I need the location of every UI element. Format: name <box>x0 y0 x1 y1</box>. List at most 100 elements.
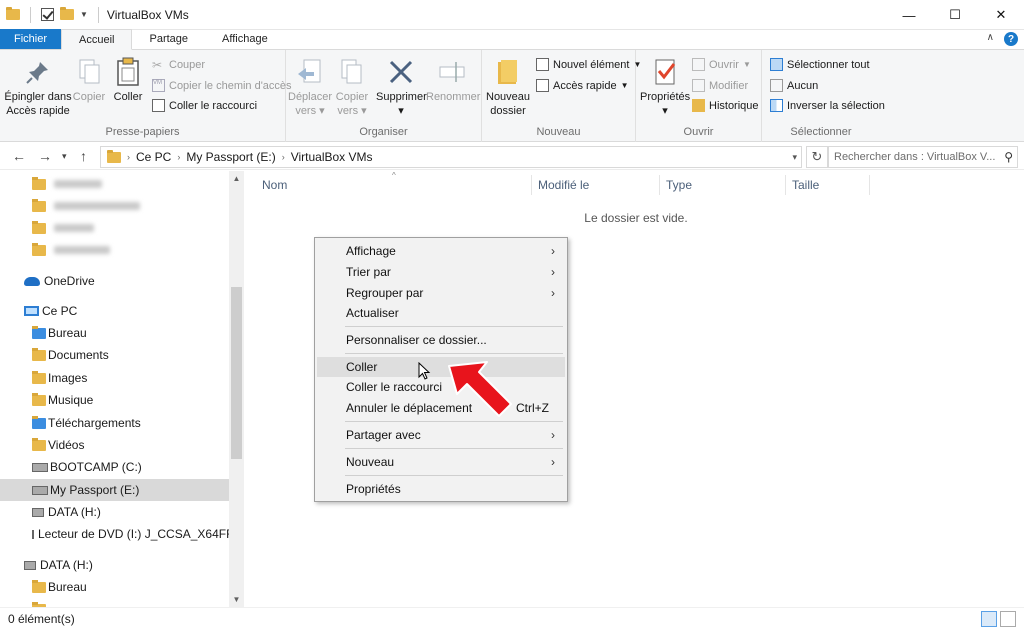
column-header-type[interactable]: Type <box>660 175 786 195</box>
properties-button[interactable]: Propriétés ▾ <box>640 56 690 118</box>
tab-accueil[interactable]: Accueil <box>61 29 133 50</box>
column-header-modifie[interactable]: Modifié le <box>532 175 660 195</box>
cut-button[interactable]: ✂ Couper <box>152 58 205 72</box>
customize-toolbar-chevron-icon[interactable]: ▼ <box>80 10 88 19</box>
menu-item-partager-avec[interactable]: Partager avec › <box>317 425 565 445</box>
copy-button[interactable]: Copier <box>72 56 106 104</box>
menu-item-actualiser[interactable]: Actualiser <box>317 303 565 323</box>
copy-path-button[interactable]: VM Copier le chemin d'accès <box>152 79 292 92</box>
back-arrow-icon[interactable]: ← <box>12 148 26 164</box>
status-bar: 0 élément(s) <box>0 607 1024 629</box>
select-all-button[interactable]: Sélectionner tout <box>770 58 870 71</box>
help-icon[interactable]: ? <box>1004 32 1018 46</box>
nav-scrollbar[interactable]: ▲ ▼ <box>229 171 244 607</box>
folder-icon <box>107 149 121 163</box>
nav-item-data-h[interactable]: DATA (H:) <box>0 501 229 523</box>
maximize-button[interactable]: ☐ <box>932 0 978 30</box>
submenu-arrow-icon: › <box>551 455 555 469</box>
breadcrumb-my-passport[interactable]: My Passport (E:) <box>186 150 275 164</box>
close-button[interactable]: ✕ <box>978 0 1024 30</box>
quick-access-icon <box>536 79 549 92</box>
chevron-right-icon[interactable]: › <box>282 152 285 162</box>
scissors-icon: ✂ <box>152 58 163 72</box>
menu-item-regrouper-par[interactable]: Regrouper par › <box>317 283 565 303</box>
scroll-down-icon[interactable]: ▼ <box>229 592 244 607</box>
menu-item-annuler-deplacement[interactable]: Annuler le déplacement Ctrl+Z <box>317 398 565 418</box>
pc-icon <box>24 306 39 316</box>
column-header-taille[interactable]: Taille <box>786 175 870 195</box>
open-button[interactable]: Ouvrir ▼ <box>692 58 751 71</box>
nav-item-blurred[interactable] <box>0 239 229 261</box>
menu-item-coller-raccourci[interactable]: Coller le raccourci <box>317 377 565 397</box>
paste-shortcut-button[interactable]: Coller le raccourci <box>152 99 257 112</box>
address-dropdown-icon[interactable]: ▾ <box>792 152 797 163</box>
recent-locations-chevron-icon[interactable]: ▾ <box>62 151 67 162</box>
scroll-thumb[interactable] <box>231 287 242 459</box>
breadcrumb-ce-pc[interactable]: Ce PC <box>136 150 171 164</box>
nav-item-blurred[interactable] <box>0 173 229 195</box>
pin-quick-access-button[interactable]: Épingler dans Accès rapide <box>4 56 72 118</box>
invert-selection-button[interactable]: Inverser la sélection <box>770 99 885 112</box>
forward-arrow-icon[interactable]: → <box>38 148 52 164</box>
history-button[interactable]: Historique <box>692 99 759 112</box>
properties-icon <box>649 56 681 88</box>
tab-fichier[interactable]: Fichier <box>0 29 62 49</box>
documents-folder-icon <box>32 347 46 361</box>
nav-item-videos[interactable]: Vidéos <box>0 434 229 456</box>
nav-item-blurred[interactable] <box>0 195 229 217</box>
tab-partage[interactable]: Partage <box>132 29 205 49</box>
details-view-icon[interactable] <box>981 611 997 627</box>
paste-button[interactable]: Coller <box>108 56 148 104</box>
menu-item-trier-par[interactable]: Trier par › <box>317 262 565 282</box>
nav-item-my-passport[interactable]: My Passport (E:) <box>0 479 229 501</box>
address-bar[interactable]: › Ce PC › My Passport (E:) › VirtualBox … <box>100 146 802 168</box>
properties-check-icon[interactable] <box>41 8 54 21</box>
folder-icon <box>32 579 46 593</box>
breadcrumb-virtualbox-vms[interactable]: VirtualBox VMs <box>291 150 373 164</box>
menu-item-coller[interactable]: Coller <box>317 357 565 377</box>
red-arrow-icon <box>448 361 512 417</box>
nav-item-telechargements[interactable]: Téléchargements <box>0 412 229 434</box>
chevron-right-icon[interactable]: › <box>127 152 130 162</box>
nav-item-bootcamp[interactable]: BOOTCAMP (C:) <box>0 456 229 478</box>
group-label: Sélectionner <box>790 126 852 138</box>
collapse-ribbon-icon[interactable]: ∧ <box>987 32 994 46</box>
column-header-nom[interactable]: Nom <box>256 175 532 195</box>
new-item-button[interactable]: Nouvel élément ▼ <box>536 58 641 71</box>
nav-item-partial[interactable] <box>0 598 229 607</box>
chevron-right-icon[interactable]: › <box>177 152 180 162</box>
menu-item-proprietes[interactable]: Propriétés <box>317 479 565 499</box>
nav-item-bureau-data[interactable]: Bureau <box>0 576 229 598</box>
menu-separator <box>345 475 563 476</box>
menu-item-affichage[interactable]: Affichage › <box>317 241 565 261</box>
drive-icon <box>32 485 48 495</box>
quick-access-toolbar: ▼ <box>0 6 103 23</box>
new-folder-icon[interactable] <box>60 7 74 20</box>
large-icons-view-icon[interactable] <box>1000 611 1016 627</box>
search-input[interactable]: Rechercher dans : VirtualBox V... ⚲ <box>828 146 1018 168</box>
delete-button[interactable]: Supprimer ▾ <box>376 56 427 118</box>
move-to-button[interactable]: Déplacer vers ▾ <box>288 56 332 118</box>
select-none-button[interactable]: Aucun <box>770 79 818 92</box>
copy-to-button[interactable]: Copier vers ▾ <box>332 56 372 118</box>
quick-access-button[interactable]: Accès rapide ▼ <box>536 79 629 92</box>
new-folder-button[interactable]: Nouveau dossier <box>486 56 530 118</box>
nav-item-bureau[interactable]: Bureau <box>0 322 229 344</box>
nav-item-data-h-root[interactable]: DATA (H:) <box>0 554 229 576</box>
edit-button[interactable]: Modifier <box>692 79 748 92</box>
nav-item-documents[interactable]: Documents <box>0 344 229 366</box>
nav-item-onedrive[interactable]: OneDrive <box>0 270 229 292</box>
scroll-up-icon[interactable]: ▲ <box>229 171 244 186</box>
nav-item-dvd-drive[interactable]: Lecteur de DVD (I:) J_CCSA_X64FRE_F <box>0 523 229 545</box>
rename-button[interactable]: Renommer <box>426 56 480 104</box>
tab-affichage[interactable]: Affichage <box>205 29 285 49</box>
nav-item-musique[interactable]: Musique <box>0 389 229 411</box>
minimize-button[interactable]: — <box>886 0 932 30</box>
refresh-icon[interactable]: ↻ <box>806 146 828 168</box>
menu-item-personnaliser[interactable]: Personnaliser ce dossier... <box>317 330 565 350</box>
nav-item-blurred[interactable] <box>0 217 229 239</box>
menu-item-nouveau[interactable]: Nouveau › <box>317 452 565 472</box>
nav-item-images[interactable]: Images <box>0 367 229 389</box>
nav-item-ce-pc[interactable]: Ce PC <box>0 300 229 322</box>
up-arrow-icon[interactable]: ↑ <box>80 148 87 164</box>
